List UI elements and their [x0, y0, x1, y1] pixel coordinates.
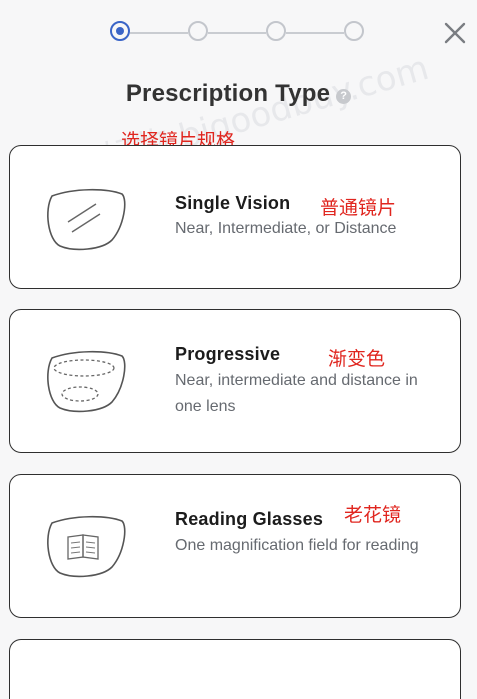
- progressive-lens-icon: [47, 350, 126, 413]
- step-4-dot[interactable]: [344, 21, 364, 41]
- option-title: Single Vision: [175, 193, 291, 213]
- option-card-progressive[interactable]: Progressive Near, intermediate and dista…: [9, 309, 461, 453]
- stepper-connector: [208, 32, 266, 34]
- page-title: Prescription Type: [125, 80, 331, 107]
- reading-lens-icon: [47, 515, 126, 578]
- step-2-dot[interactable]: [188, 21, 208, 41]
- step-3-dot[interactable]: [266, 21, 286, 41]
- option-description: Near, intermediate and distance in one l…: [175, 372, 418, 415]
- option-title: Reading Glasses: [175, 509, 324, 529]
- single-vision-lens-icon: [47, 188, 126, 251]
- option-card-partial[interactable]: [9, 639, 461, 699]
- option-card-reading-glasses[interactable]: Reading Glasses One magnification field …: [9, 474, 461, 618]
- option-annotation: 普通镜片: [320, 197, 397, 219]
- help-icon[interactable]: ?: [336, 88, 352, 104]
- option-annotation: 老花镜: [344, 504, 402, 526]
- step-1-dot[interactable]: [110, 21, 130, 41]
- option-description: One magnification field for reading: [175, 537, 419, 554]
- page-title-row: Prescription Type?: [0, 80, 477, 108]
- stepper-connector: [286, 32, 344, 34]
- close-icon: [444, 22, 466, 44]
- option-annotation: 渐变色: [328, 348, 386, 370]
- stepper-connector: [130, 32, 188, 34]
- option-title: Progressive: [175, 344, 281, 364]
- option-card-single-vision[interactable]: Single Vision Near, Intermediate, or Dis…: [9, 145, 461, 289]
- progress-stepper: [110, 21, 364, 47]
- close-button[interactable]: [442, 20, 468, 46]
